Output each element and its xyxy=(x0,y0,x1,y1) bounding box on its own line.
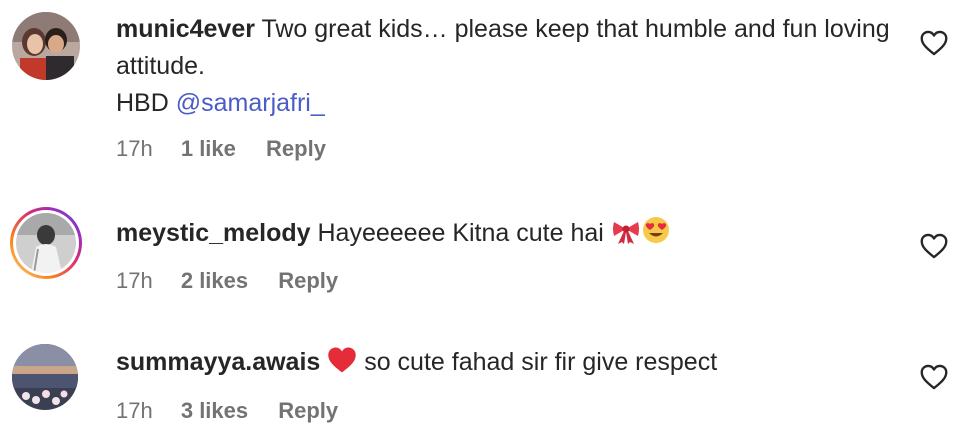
comment-time: 17h xyxy=(116,398,153,423)
comment-body: so cute fahad sir fir give respect xyxy=(364,348,718,376)
comment-username[interactable]: summayya.awais xyxy=(116,348,320,376)
comment-likes[interactable]: 3 likes xyxy=(181,398,248,424)
reply-button[interactable]: Reply xyxy=(278,398,338,424)
comment-text: summayya.awais so cute fahad sir fir giv… xyxy=(116,344,896,385)
comment-item: summayya.awais so cute fahad sir fir giv… xyxy=(0,0,957,443)
red-heart-emoji xyxy=(327,346,357,385)
avatar[interactable] xyxy=(12,344,80,412)
comment-meta: 17h 3 likes Reply xyxy=(116,398,338,424)
heart-outline-icon[interactable] xyxy=(920,364,948,390)
